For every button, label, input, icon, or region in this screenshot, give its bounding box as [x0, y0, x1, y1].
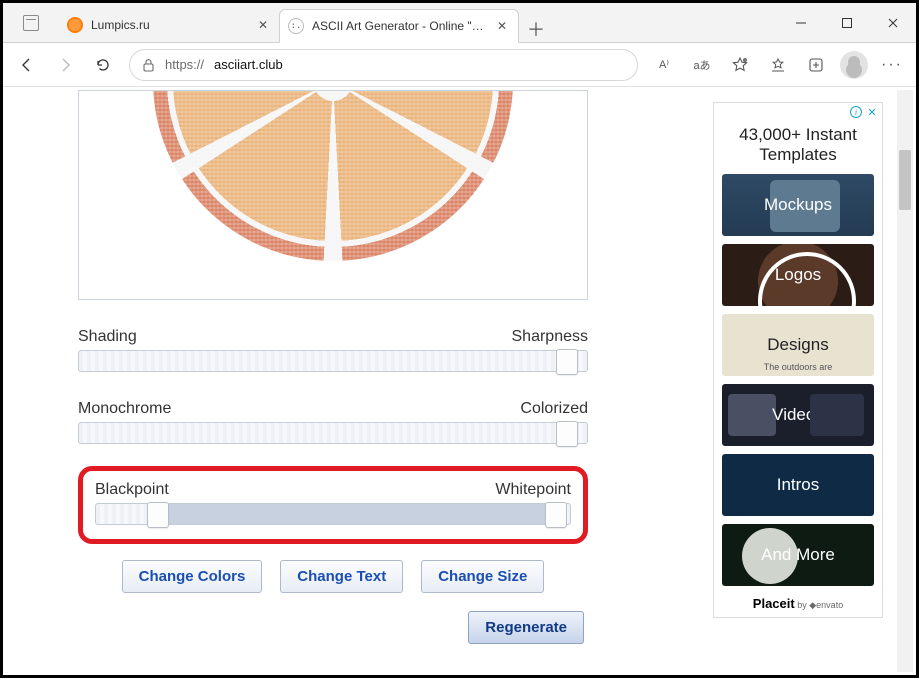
ad-card-videos[interactable]: Videos [722, 384, 874, 446]
label-shading: Shading [78, 328, 137, 346]
ad-card-andmore[interactable]: And More [722, 524, 874, 586]
ascii-favicon-icon: :. [288, 18, 304, 34]
scrollbar-thumb[interactable] [899, 150, 911, 210]
forward-button[interactable] [47, 47, 83, 83]
slider-monochrome-colorized: Monochrome Colorized [78, 400, 588, 444]
label-blackpoint: Blackpoint [95, 481, 169, 499]
label-whitepoint: Whitepoint [495, 481, 571, 499]
close-tab-icon[interactable]: ✕ [494, 18, 510, 34]
favorites-list-button[interactable] [760, 47, 796, 83]
ascii-preview [78, 90, 588, 300]
ad-card-intros[interactable]: Intros [722, 454, 874, 516]
slider-track[interactable] [78, 350, 588, 372]
slider-track[interactable] [78, 422, 588, 444]
browser-toolbar: https:// asciiart.club A⁾ aあ ··· [3, 43, 916, 87]
ad-headline: 43,000+ Instant Templates [714, 121, 882, 174]
avatar-icon [840, 51, 868, 79]
minimize-button[interactable] [778, 3, 824, 43]
tab-actions-button[interactable] [3, 3, 59, 42]
tab-title: Lumpics.ru [91, 18, 247, 32]
label-sharpness: Sharpness [512, 328, 589, 346]
adchoices-icon[interactable]: i [850, 106, 862, 118]
window-controls [778, 3, 916, 42]
ad-footer: Placeit by ◆envato [714, 594, 882, 617]
window-titlebar: Lumpics.ru ✕ :. ASCII Art Generator - On… [3, 3, 916, 43]
favorite-star-button[interactable] [722, 47, 758, 83]
highlight-blackpoint-whitepoint: Blackpoint Whitepoint [78, 466, 588, 544]
url-protocol: https:// [165, 57, 204, 72]
maximize-button[interactable] [824, 3, 870, 43]
orange-favicon-icon [67, 17, 83, 33]
ad-card-designs[interactable]: DesignsThe outdoors are [722, 314, 874, 376]
close-tab-icon[interactable]: ✕ [255, 17, 271, 33]
more-menu-button[interactable]: ··· [874, 47, 910, 83]
regenerate-button[interactable]: Regenerate [468, 611, 584, 644]
slider-thumb[interactable] [556, 349, 578, 375]
tab-lumpics[interactable]: Lumpics.ru ✕ [59, 8, 279, 42]
tab-title: ASCII Art Generator - Online "HD [312, 19, 486, 33]
slider-thumb-white[interactable] [545, 502, 567, 528]
slider-shading-sharpness: Shading Sharpness [78, 328, 588, 372]
change-size-button[interactable]: Change Size [421, 560, 544, 593]
page-content: Shading Sharpness Monochrome Colorized [6, 90, 913, 672]
change-colors-button[interactable]: Change Colors [122, 560, 263, 593]
url-domain: asciiart.club [214, 57, 283, 72]
slider-track[interactable] [95, 503, 571, 525]
profile-button[interactable] [836, 47, 872, 83]
collections-button[interactable] [798, 47, 834, 83]
label-colorized: Colorized [520, 400, 588, 418]
reader-mode-button[interactable]: A⁾ [646, 47, 682, 83]
tab-asciiart[interactable]: :. ASCII Art Generator - Online "HD ✕ [279, 9, 519, 43]
label-monochrome: Monochrome [78, 400, 171, 418]
ad-card-mockups[interactable]: Mockups [722, 174, 874, 236]
new-tab-button[interactable]: ＋ [519, 16, 553, 42]
lock-icon [142, 58, 155, 72]
sidebar-ad: i ✕ 43,000+ Instant Templates Mockups Lo… [713, 102, 883, 618]
back-button[interactable] [9, 47, 45, 83]
close-window-button[interactable] [870, 3, 916, 43]
ad-close-icon[interactable]: ✕ [866, 106, 878, 118]
change-buttons-row: Change Colors Change Text Change Size [78, 560, 588, 593]
address-bar[interactable]: https:// asciiart.club [129, 49, 638, 81]
orange-ascii-art-icon [153, 90, 513, 261]
refresh-button[interactable] [85, 47, 121, 83]
translate-button[interactable]: aあ [684, 47, 720, 83]
page-scrollbar[interactable] [897, 90, 913, 672]
tab-strip: Lumpics.ru ✕ :. ASCII Art Generator - On… [59, 3, 778, 42]
slider-thumb-black[interactable] [147, 502, 169, 528]
change-text-button[interactable]: Change Text [280, 560, 403, 593]
slider-thumb[interactable] [556, 421, 578, 447]
ad-card-logos[interactable]: Logos [722, 244, 874, 306]
